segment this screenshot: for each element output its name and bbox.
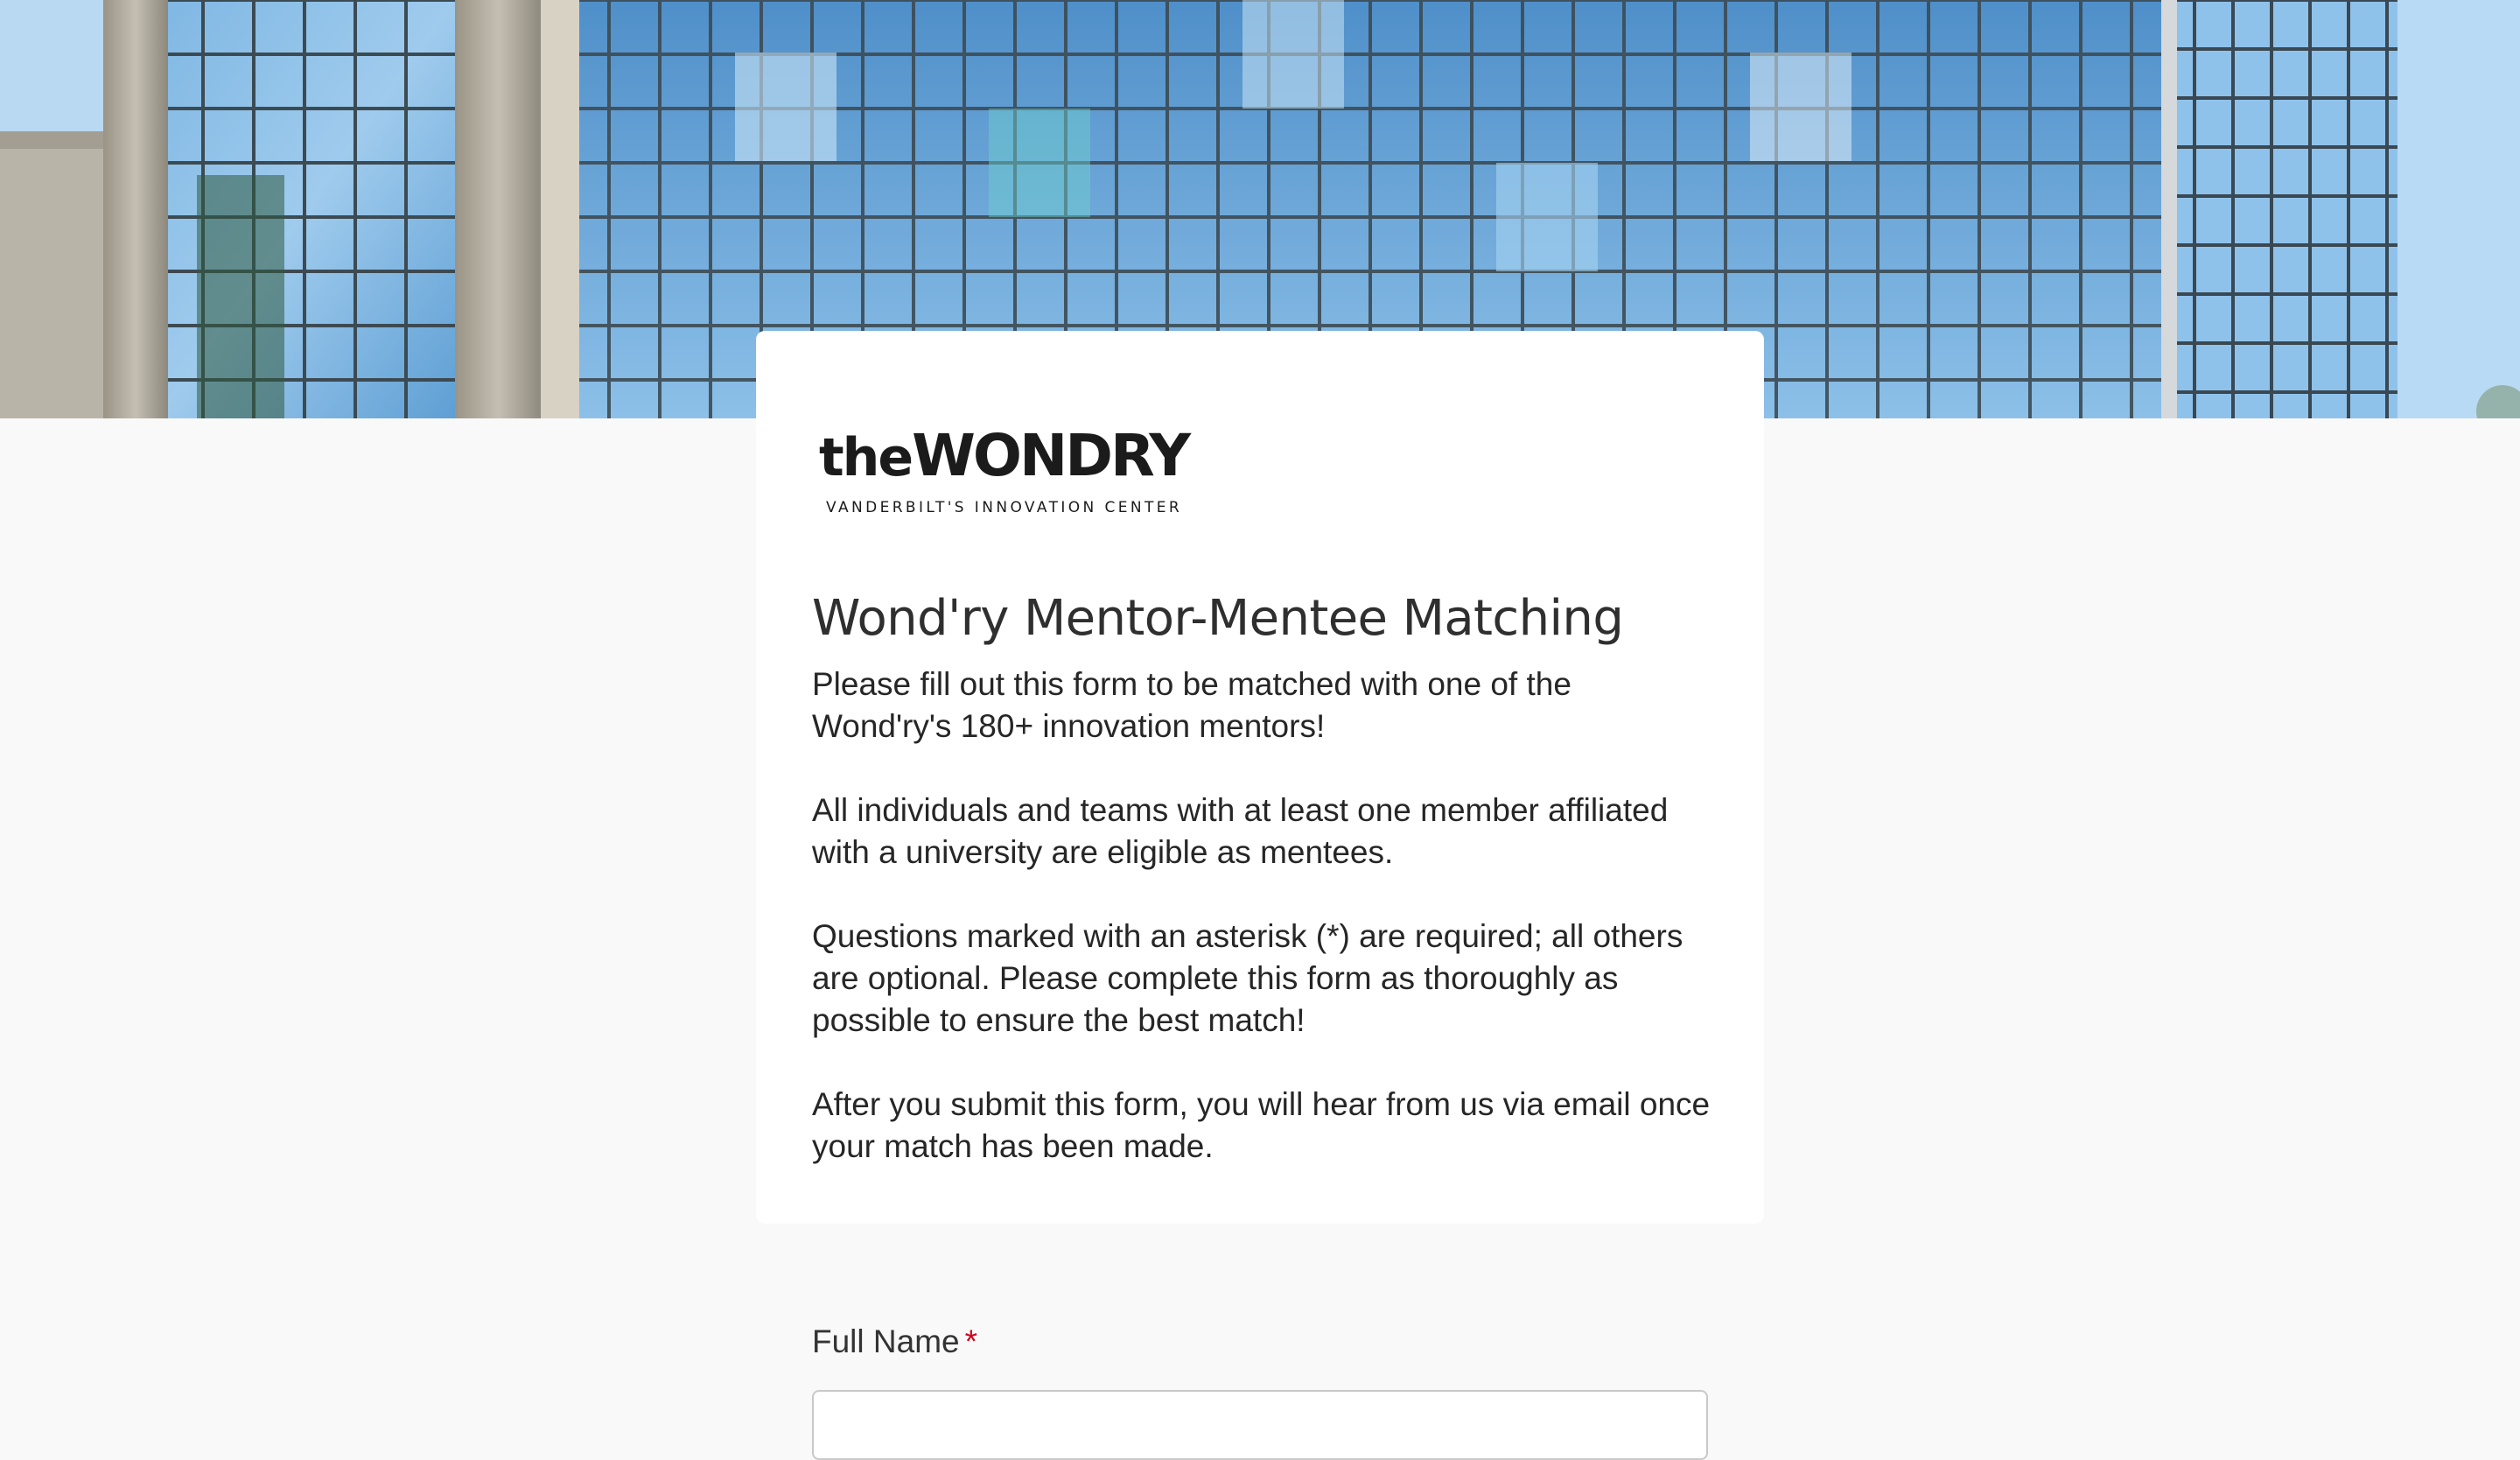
logo-tagline: VANDERBILT'S INNOVATION CENTER	[826, 499, 1183, 516]
required-marker: *	[964, 1323, 978, 1359]
logo-wondry: WONDRY	[912, 422, 1191, 489]
description-paragraph: Please fill out this form to be matched …	[812, 666, 1572, 744]
description-paragraph: Questions marked with an asterisk (*) ar…	[812, 918, 1684, 1038]
description-paragraph: All individuals and teams with at least …	[812, 792, 1669, 870]
logo-the: the	[819, 427, 914, 488]
form-header-card: theWONDRY VANDERBILT'S INNOVATION CENTER…	[756, 331, 1764, 1224]
full-name-label: Full Name *	[812, 1323, 977, 1360]
full-name-label-text: Full Name	[812, 1323, 960, 1359]
logo-wordmark: theWONDRY	[819, 427, 1191, 488]
form-title: Wond'ry Mentor-Mentee Matching	[812, 590, 1624, 647]
wondry-logo: theWONDRY VANDERBILT'S INNOVATION CENTER	[819, 427, 1191, 517]
description-paragraph: After you submit this form, you will hea…	[812, 1086, 1711, 1164]
form-description: Please fill out this form to be matched …	[812, 663, 1713, 1168]
full-name-input[interactable]	[812, 1390, 1708, 1460]
